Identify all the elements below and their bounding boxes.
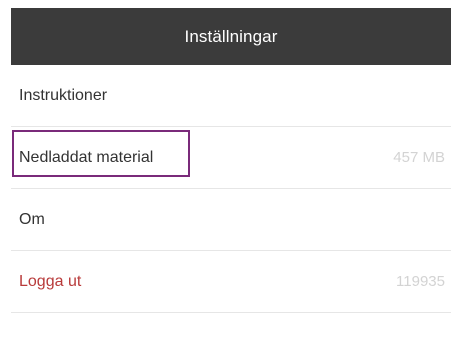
settings-item-instructions[interactable]: Instruktioner — [11, 65, 451, 127]
storage-size-value: 457 MB — [393, 149, 445, 166]
settings-item-logout[interactable]: Logga ut 119935 — [11, 251, 451, 313]
settings-screen: Inställningar Instruktioner Nedladdat ma… — [0, 0, 451, 339]
header-bar: Inställningar — [11, 8, 451, 65]
settings-list: Instruktioner Nedladdat material 457 MB … — [11, 65, 451, 313]
settings-item-label: Instruktioner — [19, 86, 108, 104]
page-title: Inställningar — [184, 26, 278, 46]
settings-item-label: Nedladdat material — [19, 148, 154, 166]
settings-item-downloaded-material[interactable]: Nedladdat material 457 MB — [11, 127, 451, 189]
settings-item-about[interactable]: Om — [11, 189, 451, 251]
settings-item-label: Om — [19, 210, 45, 228]
user-id-value: 119935 — [396, 273, 445, 290]
logout-label: Logga ut — [19, 272, 82, 290]
